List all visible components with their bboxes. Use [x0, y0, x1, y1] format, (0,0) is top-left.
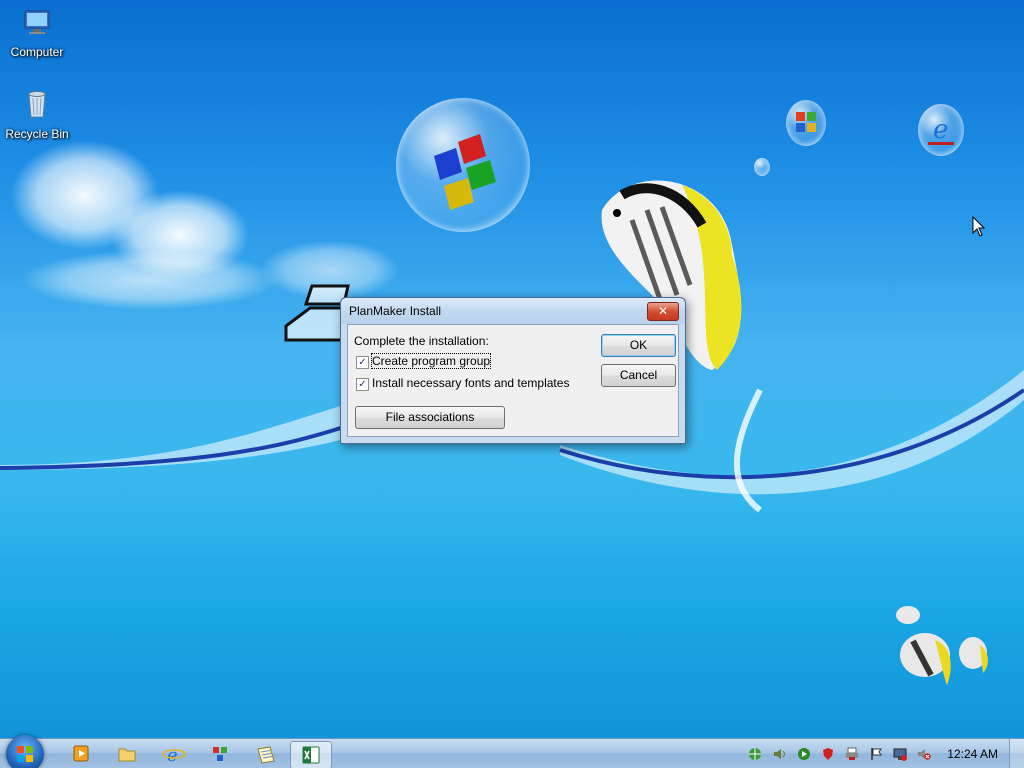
volume-icon[interactable] [773, 747, 787, 761]
explorer-folder-icon [118, 748, 136, 762]
taskbar-explorer-button[interactable] [107, 741, 147, 767]
printer-icon[interactable] [845, 747, 859, 761]
instruction-label: Complete the installation: [354, 334, 489, 348]
taskbar-excel-button[interactable] [290, 741, 332, 768]
cloud-decoration [20, 250, 280, 310]
mouse-cursor-icon [972, 216, 986, 237]
play-icon[interactable] [797, 747, 811, 761]
close-button[interactable]: ✕ [647, 302, 679, 321]
windows-flag-icon [434, 134, 496, 210]
file-associations-button[interactable]: File associations [355, 406, 505, 429]
windows-flag-icon [796, 112, 816, 132]
desktop-icon-recycle-bin[interactable]: Recycle Bin [0, 88, 74, 141]
internet-explorer-icon: e [162, 745, 186, 766]
recycle-bin-icon [28, 91, 46, 118]
install-fonts-checkbox[interactable]: ✓ [356, 378, 369, 391]
install-fonts-label[interactable]: Install necessary fonts and templates [372, 376, 569, 390]
dialog-body: Complete the installation: ✓ Create prog… [347, 324, 679, 437]
dialog-title: PlanMaker Install [349, 304, 442, 318]
create-program-group-label[interactable]: Create program group [370, 353, 492, 369]
network-icon [213, 747, 227, 761]
taskbar: e 12:24 AM [0, 735, 1024, 768]
taskbar-clock[interactable]: 12:24 AM [947, 747, 998, 761]
cancel-button[interactable]: Cancel [601, 364, 676, 387]
windows-start-icon [17, 746, 33, 762]
taskbar-media-player-button[interactable] [61, 741, 101, 767]
start-button[interactable] [6, 735, 44, 768]
media-player-icon [73, 745, 89, 762]
windows-logo-bubble [396, 98, 530, 232]
antivirus-icon[interactable] [821, 747, 835, 761]
ok-button[interactable]: OK [601, 334, 676, 357]
create-program-group-checkbox[interactable]: ✓ [356, 356, 369, 369]
planmaker-install-dialog: PlanMaker Install ✕ Complete the install… [340, 297, 686, 444]
network-globe-icon[interactable] [748, 747, 762, 761]
svg-text:e: e [933, 115, 948, 145]
desktop-icon-computer[interactable]: Computer [0, 6, 74, 59]
close-icon: ✕ [657, 304, 669, 318]
display-icon[interactable] [893, 747, 907, 761]
taskbar-notepad-button[interactable] [246, 741, 286, 767]
desktop-icon-label: Computer [10, 45, 64, 59]
speaker-muted-icon[interactable] [917, 747, 931, 761]
excel-icon [302, 746, 320, 764]
small-fish-decoration [896, 606, 988, 685]
action-center-flag-icon[interactable] [869, 747, 883, 761]
desktop-background: e Computer Recycle Bin PlanMaker Install… [0, 0, 1024, 768]
computer-icon [24, 10, 50, 34]
internet-explorer-icon: e [928, 115, 954, 145]
dialog-title-bar[interactable]: PlanMaker Install ✕ [341, 298, 685, 324]
desktop-icon-label: Recycle Bin [5, 127, 69, 141]
taskbar-network-button[interactable] [200, 741, 240, 767]
notepad-icon [257, 746, 275, 764]
svg-text:e: e [167, 745, 178, 766]
ie-logo-bubble: e [918, 104, 964, 156]
windows-logo-small-bubble [786, 100, 826, 146]
show-desktop-button[interactable] [1009, 739, 1024, 768]
taskbar-internet-explorer-button[interactable]: e [154, 741, 194, 767]
